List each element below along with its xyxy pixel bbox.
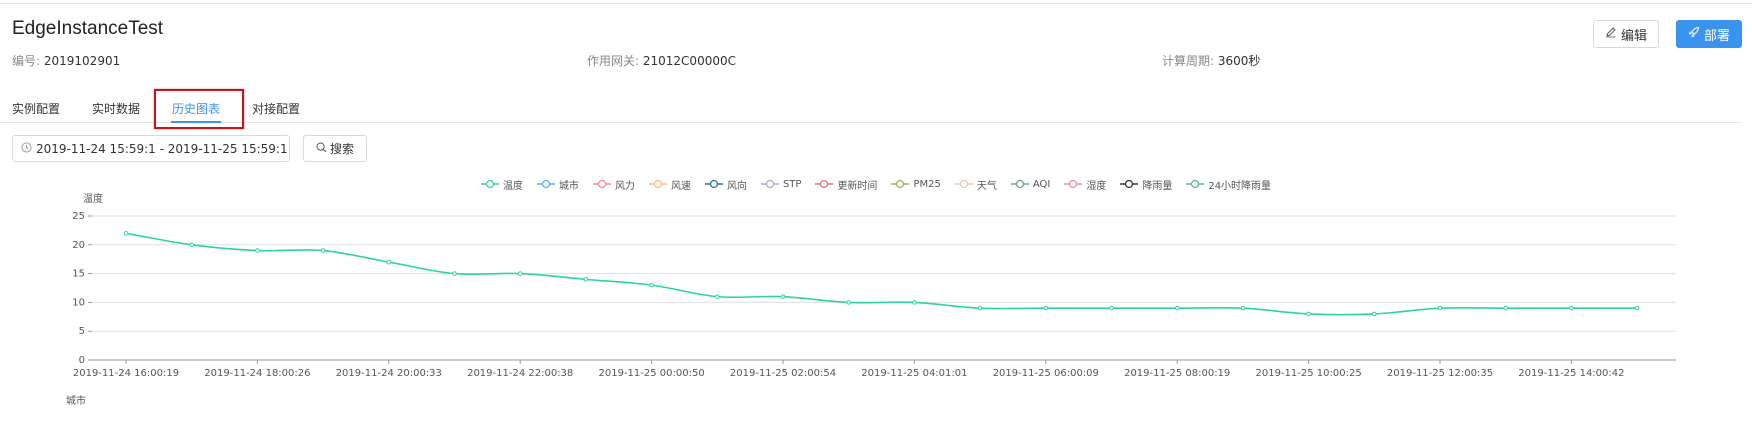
legend-swatch-icon xyxy=(592,179,611,189)
data-point xyxy=(649,282,654,288)
data-point xyxy=(912,300,917,305)
x-tick-label: 2019-11-25 00:00:50 xyxy=(598,368,704,379)
data-point xyxy=(583,277,589,282)
legend-swatch-icon xyxy=(648,179,667,189)
data-point xyxy=(255,248,260,253)
legend-swatch-icon xyxy=(760,179,779,189)
data-point xyxy=(189,242,194,248)
meta-gateway: 作用网关: 21012C00000C xyxy=(587,52,736,69)
legend-swatch-icon xyxy=(891,179,910,189)
meta-period: 计算周期: 3600秒 xyxy=(1162,52,1260,69)
x-tick-label: 2019-11-25 04:01:01 xyxy=(861,368,967,379)
tab-highlight-box xyxy=(154,89,244,129)
rocket-icon xyxy=(1688,26,1700,42)
data-point xyxy=(123,230,129,236)
meta-period-value: 3600秒 xyxy=(1217,54,1261,68)
data-point xyxy=(1569,305,1574,311)
x-tick-label: 2019-11-25 06:00:09 xyxy=(993,368,1099,379)
y-tick-label: 25 xyxy=(72,211,85,222)
search-icon xyxy=(316,142,327,156)
y-tick-label: 15 xyxy=(72,269,85,280)
temperature-line-chart: 0 5 10 15 20 25 温度 2019-11-24 16:00:19 2019-11-2… xyxy=(72,192,1676,379)
date-range-picker[interactable]: 2019-11-24 15:59:1 - 2019-11-25 15:59:1 xyxy=(12,135,290,162)
data-point xyxy=(320,248,326,253)
legend-swatch-icon xyxy=(1120,179,1139,189)
x-tick-label: 2019-11-25 08:00:19 xyxy=(1124,368,1230,379)
tab-bar: 实例配置 实时数据 历史图表 对接配置 xyxy=(0,84,1742,123)
meta-id: 编号: 2019102901 xyxy=(12,52,120,69)
y-tick-label: 0 xyxy=(79,355,85,366)
x-tick-label: 2019-11-25 02:00:54 xyxy=(730,368,836,379)
y-axis-label: 温度 xyxy=(83,192,103,205)
tab-instance-config[interactable]: 实例配置 xyxy=(12,100,60,117)
data-point xyxy=(452,271,457,276)
data-point xyxy=(1437,305,1443,311)
meta-period-label: 计算周期: xyxy=(1162,54,1215,68)
x-tick-label: 2019-11-25 10:00:25 xyxy=(1255,368,1361,379)
edit-icon xyxy=(1605,26,1617,42)
x-tick-label: 2019-11-24 22:00:38 xyxy=(467,368,573,379)
data-point xyxy=(1240,305,1246,311)
clock-icon xyxy=(21,141,32,156)
data-point xyxy=(1306,311,1311,317)
data-point xyxy=(846,300,852,305)
data-point xyxy=(1043,305,1049,311)
data-point xyxy=(780,294,786,299)
page-title: EdgeInstanceTest xyxy=(12,18,164,39)
legend-label: STP xyxy=(782,178,802,190)
legend-swatch-icon xyxy=(1010,179,1029,189)
search-button[interactable]: 搜索 xyxy=(303,135,367,162)
edit-button-label: 编辑 xyxy=(1620,28,1647,44)
meta-id-value: 2019102901 xyxy=(43,54,121,68)
legend-swatch-icon xyxy=(1186,179,1205,189)
deploy-button[interactable]: 部署 xyxy=(1676,20,1742,48)
tab-integration-config[interactable]: 对接配置 xyxy=(252,100,300,117)
data-point xyxy=(1503,305,1508,311)
legend-swatch-icon xyxy=(536,179,555,189)
date-range-value: 2019-11-24 15:59:1 - 2019-11-25 15:59:1 xyxy=(36,141,288,156)
legend-swatch-icon xyxy=(1064,179,1083,189)
tab-realtime-data[interactable]: 实时数据 xyxy=(92,100,140,117)
y-tick-label: 20 xyxy=(72,240,85,251)
meta-gateway-value: 21012C00000C xyxy=(642,54,736,68)
legend-swatch-icon xyxy=(815,179,834,189)
top-border xyxy=(0,0,1752,4)
data-point xyxy=(977,305,983,311)
data-point xyxy=(517,271,523,276)
x-tick-label: 2019-11-24 16:00:19 xyxy=(73,368,179,379)
data-point xyxy=(386,259,392,265)
data-point xyxy=(1174,305,1180,311)
data-point xyxy=(715,294,720,299)
meta-gateway-label: 作用网关: xyxy=(587,54,640,68)
legend-swatch-icon xyxy=(480,179,499,189)
legend-label: PM25 xyxy=(913,178,941,190)
meta-id-label: 编号: xyxy=(12,54,41,68)
edit-button[interactable]: 编辑 xyxy=(1593,20,1659,48)
legend-swatch-icon xyxy=(954,179,973,189)
data-point xyxy=(1109,305,1114,311)
search-button-label: 搜索 xyxy=(329,142,354,156)
legend-label: AQI xyxy=(1032,178,1051,190)
next-chart-axis-label: 城市 xyxy=(66,396,86,407)
legend-swatch-icon xyxy=(704,179,723,189)
data-point xyxy=(1634,305,1640,311)
x-tick-label: 2019-11-24 20:00:33 xyxy=(336,368,442,379)
x-tick-label: 2019-11-25 14:00:42 xyxy=(1518,368,1624,379)
data-point xyxy=(1372,311,1377,317)
x-tick-label: 2019-11-25 12:00:35 xyxy=(1387,368,1493,379)
x-tick-label: 2019-11-24 18:00:26 xyxy=(204,368,310,379)
y-tick-label: 10 xyxy=(72,297,85,308)
deploy-button-label: 部署 xyxy=(1703,28,1730,44)
y-tick-label: 5 xyxy=(79,326,85,337)
